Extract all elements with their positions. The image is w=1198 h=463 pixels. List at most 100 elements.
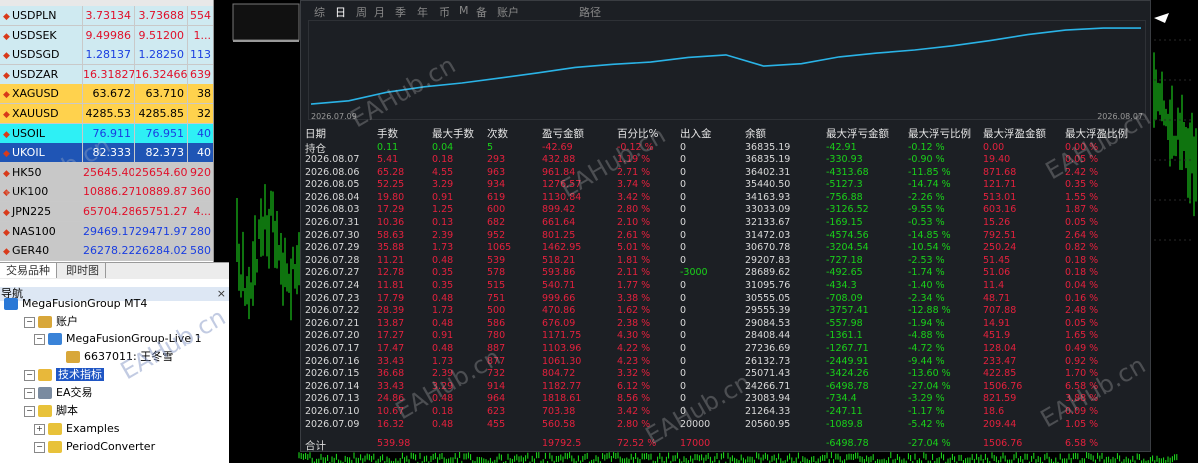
expand-toggle-icon[interactable]: − (24, 316, 35, 328)
table-row[interactable]: 2026.07.23 17.79 0.48 751 999.66 3.38 % 0 30555… (301, 293, 1150, 305)
expand-toggle-icon[interactable]: + (34, 423, 45, 435)
table-row[interactable]: 2026.08.06 65.28 4.55 963 961.84 2.71 % 0 36402… (301, 167, 1150, 179)
expand-toggle-icon[interactable]: − (24, 405, 35, 417)
navigator-close-button[interactable]: × (217, 287, 226, 301)
cell-date: 2026.07.17 (305, 343, 360, 354)
table-row[interactable]: 2026.07.15 36.68 2.39 732 804.72 3.32 % 0 25071… (301, 368, 1150, 380)
navigator-item[interactable]: + Examples (34, 420, 119, 437)
cell-pct: 3.74 % (617, 179, 651, 191)
market-watch-row[interactable]: ◆ XAGUSD 63.672 63.710 38 (0, 84, 213, 105)
cell-count: 455 (487, 418, 506, 430)
report-tab-8[interactable]: 备 (476, 4, 487, 20)
navigator-panel: 导航 × MegaFusionGroup MT4− 账户 − MegaFusionGr… (0, 278, 230, 463)
cell-max-loss: -330.93 (826, 154, 863, 165)
market-watch-row[interactable]: ◆ GER40 26278.22 26284.02 580 (0, 241, 213, 262)
navigator-item[interactable]: − MegaFusionGroup-Live 1 (34, 330, 202, 347)
market-watch-row[interactable]: ◆ JPN225 65704.28 65751.27 4... (0, 202, 213, 222)
table-row[interactable]: 2026.07.27 12.78 0.35 578 593.86 2.11 % -3000 2… (301, 267, 1150, 279)
report-tab-4[interactable]: 季 (395, 4, 406, 20)
navigator-item[interactable]: 6637011: 王冬雪 (66, 348, 173, 365)
cell-pct: 2.71 % (617, 166, 651, 178)
report-tab-0[interactable]: 综 (314, 4, 325, 20)
report-tab-9[interactable]: 账户 (497, 4, 519, 20)
scripts-icon (38, 405, 52, 417)
navigator-item[interactable]: − EA交易 (24, 384, 92, 401)
expand-toggle-icon[interactable]: − (34, 333, 45, 345)
table-row[interactable]: 2026.07.21 13.87 0.48 586 676.09 2.38 % 0 29084… (301, 318, 1150, 330)
report-tab-10[interactable]: 路径 (579, 4, 601, 20)
navigator-item-label: MegaFusionGroup-Live 1 (66, 332, 202, 345)
table-row[interactable]: 2026.07.24 11.81 0.35 515 540.71 1.77 % 0 31095… (301, 280, 1150, 292)
spread-value: 920 (187, 162, 213, 182)
market-watch-row[interactable]: ◆ UKOIL 82.333 82.373 40 (0, 143, 213, 164)
table-row[interactable]: 2026.07.13 24.86 0.48 964 1818.61 8.56 % 0 2308… (301, 393, 1150, 405)
cell-io: 20000 (680, 418, 711, 430)
market-watch-row[interactable]: ◆ UK100 10886.27 10889.87 360 (0, 182, 213, 203)
ask-price: 16.32466 (134, 64, 188, 84)
direction-arrow-icon: ◆ (3, 90, 10, 101)
market-watch-row[interactable]: ◆ USOIL 76.911 76.951 40 (0, 123, 213, 144)
chart-trade-panel[interactable] (232, 3, 300, 41)
expand-toggle-icon[interactable]: − (24, 387, 35, 399)
navigator-item[interactable]: − PeriodConverter (34, 438, 155, 455)
report-tab-5[interactable]: 年 (417, 4, 428, 20)
market-watch-row[interactable]: ◆ USDSGD 1.28137 1.28250 113 (0, 45, 213, 66)
report-tab-1[interactable]: 日 (335, 4, 346, 20)
cell-lots: 10.67 (377, 406, 405, 417)
table-row[interactable]: 2026.08.04 19.80 0.91 619 1130.84 3.42 % 0 3416… (301, 192, 1150, 204)
symbol-cell: ◆ XAGUSD (0, 84, 82, 103)
equity-start-date: 2026.07.09 (311, 112, 357, 121)
market-watch-row[interactable]: ◆ NAS100 29469.17 29471.97 280 (0, 221, 213, 242)
cell-io: 0 (680, 191, 687, 203)
table-row[interactable]: 2026.07.31 10.36 0.13 682 661.64 2.10 % 0 32133… (301, 217, 1150, 229)
expand-toggle-icon[interactable]: − (34, 441, 45, 453)
table-row[interactable]: 2026.08.03 17.29 1.25 600 899.42 2.80 % 0 33033… (301, 204, 1150, 216)
report-tab-2[interactable]: 周 (356, 4, 367, 20)
cell-pct: -0.12 % (617, 142, 654, 153)
cell-balance: 34163.93 (745, 191, 791, 203)
spread-value: 360 (187, 182, 213, 202)
market-watch-tab-symbols[interactable]: 交易品种 (0, 263, 57, 278)
report-tab-6[interactable]: 币 (439, 4, 450, 20)
market-watch-row[interactable]: ◆ HK50 25645.40 25654.60 920 (0, 162, 213, 183)
cell-max-gain-pct: 0.82 % (1065, 242, 1099, 254)
spread-value: 1... (187, 25, 213, 45)
cell-max-gain: 121.71 (983, 179, 1017, 191)
report-tab-7[interactable]: M (459, 4, 469, 17)
direction-arrow-icon: ◆ (3, 110, 10, 120)
market-watch-row[interactable]: ◆ XAUUSD 4285.53 4285.85 32 (0, 104, 213, 124)
table-row[interactable]: 2026.07.16 33.43 1.73 877 1061.30 4.23 % 0 2613… (301, 356, 1150, 368)
table-row[interactable]: 2026.07.10 10.67 0.18 623 703.38 3.42 % 0 21264… (301, 406, 1150, 418)
cell-max-gain-pct: 0.16 % (1065, 292, 1099, 304)
navigator-item[interactable]: − 技术指标 (24, 366, 104, 383)
navigator-item[interactable]: − 账户 (24, 313, 78, 330)
table-row[interactable]: 2026.07.22 28.39 1.73 500 470.86 1.62 % 0 29555… (301, 305, 1150, 317)
cell-balance: 29207.83 (745, 254, 791, 266)
navigator-item[interactable]: − 脚本 (24, 402, 78, 419)
table-row[interactable]: 2026.07.17 17.47 0.48 887 1103.96 4.22 % 0 2723… (301, 343, 1150, 355)
bid-price: 76.911 (82, 123, 134, 143)
direction-arrow-icon: ◆ (3, 129, 10, 140)
cell-max-loss-pct: -4.72 % (908, 343, 945, 354)
navigator-item[interactable]: MegaFusionGroup MT4 (4, 295, 147, 312)
market-watch-row[interactable]: ◆ USDPLN 3.73134 3.73688 554 (0, 6, 213, 26)
table-row[interactable]: 2026.07.09 16.32 0.48 455 560.58 2.80 % 20000 2… (301, 419, 1150, 431)
table-row[interactable]: 2026.07.30 58.63 2.39 952 801.25 2.61 % 0 31472… (301, 230, 1150, 242)
direction-arrow-icon: ◆ (3, 208, 10, 218)
market-watch-row[interactable]: ◆ USDZAR 16.31827 16.32466 639 (0, 64, 213, 85)
table-row[interactable]: 2026.08.05 52.25 3.29 934 1276.57 3.74 % 0 3544… (301, 179, 1150, 191)
table-row[interactable]: 2026.08.07 5.41 0.18 293 432.88 1.19 % 0 36835.… (301, 154, 1150, 166)
table-row[interactable]: 2026.07.14 33.43 3.29 914 1182.77 6.12 % 0 2426… (301, 381, 1150, 393)
symbol-cell: ◆ UK100 (0, 182, 82, 201)
table-row[interactable]: 2026.07.28 11.21 0.48 539 518.21 1.81 % 0 29207… (301, 255, 1150, 267)
cell-pct: 3.42 % (617, 191, 651, 203)
market-watch-tab-tick-chart[interactable]: 即时图 (60, 263, 106, 278)
table-row[interactable]: 2026.07.20 17.27 0.91 780 1171.75 4.30 % 0 2840… (301, 330, 1150, 342)
cell-max-gain: 603.16 (983, 204, 1017, 216)
expand-toggle-icon[interactable]: − (24, 369, 35, 381)
market-watch-row[interactable]: ◆ USDSEK 9.49986 9.51200 1... (0, 25, 213, 46)
cell-pnl: 804.72 (542, 368, 576, 380)
report-tab-3[interactable]: 月 (374, 4, 385, 20)
holding-row[interactable]: 持仓 0.11 0.04 5 -42.69 -0.12 % 0 36835.19 -42.91-… (301, 142, 1150, 155)
table-row[interactable]: 2026.07.29 35.88 1.73 1065 1462.95 5.01 % 0 306… (301, 242, 1150, 254)
